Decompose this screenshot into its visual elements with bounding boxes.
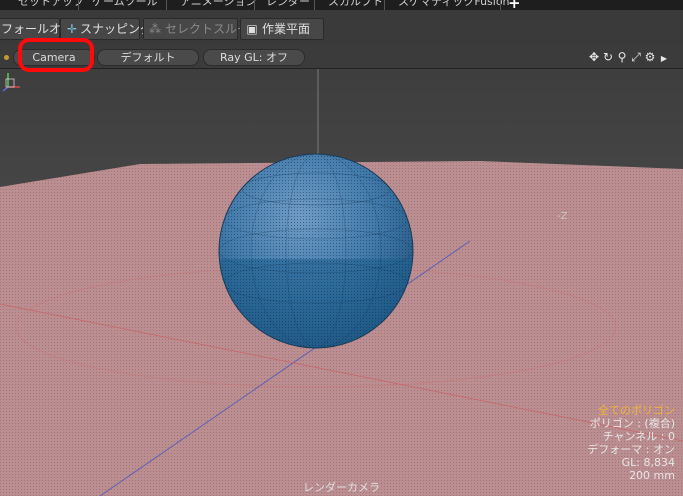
select-through-button[interactable]: ⁂ セレクトスルー — [143, 18, 249, 40]
tab-divider — [254, 0, 255, 10]
channel-info: チャンネル : 0 — [602, 430, 675, 443]
viewport-header: Camera デフォルト Ray GL: オフ ✥ ↻ ⚲ ⤢ ⚙ ▶ — [0, 46, 683, 69]
viewport-indicator-dot — [4, 55, 9, 60]
tab-divider — [166, 0, 167, 10]
maximize-icon[interactable]: ⤢ — [629, 49, 643, 65]
gl-count: GL: 8,834 — [621, 456, 675, 469]
tab-render[interactable]: レンダー — [266, 0, 310, 9]
snapping-button[interactable]: ✛ スナッピング — [60, 18, 152, 40]
work-plane-icon: ▣ — [246, 22, 258, 36]
scene-info-overlay: 全てのポリゴン ポリゴン : (複合) チャンネル : 0 デフォーマ : オン… — [587, 404, 675, 482]
viewport-scene — [0, 69, 683, 496]
viewport-controls: ✥ ↻ ⚲ ⤢ ⚙ ▶ — [587, 49, 671, 65]
work-plane-button[interactable]: ▣ 作業平面 — [240, 18, 324, 40]
polygon-info: ポリゴン : (複合) — [589, 417, 675, 430]
tab-game-tools[interactable]: ゲームツール — [92, 0, 158, 9]
tab-divider — [384, 0, 385, 10]
tab-divider — [78, 0, 79, 10]
all-polygons-label: 全てのポリゴン — [598, 404, 675, 417]
axis-direction-label: -Z — [557, 211, 568, 222]
camera-name-label: レンダーカメラ — [303, 481, 380, 494]
sphere-mesh[interactable] — [218, 153, 414, 349]
tab-schematic-fusion[interactable]: スケマティックFusion — [398, 0, 510, 9]
snapping-label: スナッピング — [80, 22, 153, 36]
snapping-icon: ✛ — [66, 22, 78, 36]
shading-dropdown[interactable]: デフォルト — [97, 49, 199, 66]
tool-toolbar: フォールオフ ✛ スナッピング ⁂ セレクトスルー ▣ 作業平面 — [0, 10, 683, 47]
deformer-info: デフォーマ : オン — [587, 443, 675, 456]
select-through-icon: ⁂ — [149, 22, 161, 36]
axis-gizmo-icon — [2, 73, 20, 92]
select-through-label: セレクトスルー — [165, 22, 250, 36]
tab-divider — [500, 0, 501, 10]
tab-animation[interactable]: アニメーション — [180, 0, 257, 9]
tab-sculpt[interactable]: スカルプト — [328, 0, 383, 9]
add-tab-button[interactable]: + — [508, 0, 521, 10]
dropdown-icon[interactable]: ▶ — [657, 51, 671, 67]
tab-setup[interactable]: セットアップ — [18, 0, 84, 9]
zoom-icon[interactable]: ⚲ — [615, 49, 629, 65]
falloff-button[interactable]: フォールオフ — [0, 18, 73, 40]
raygl-dropdown[interactable]: Ray GL: オフ — [203, 49, 305, 66]
work-plane-label: 作業平面 — [262, 22, 311, 36]
highlight-annotation — [18, 38, 94, 72]
menu-tab-strip: セットアップ ゲームツール アニメーション レンダー スカルプト スケマティック… — [0, 0, 683, 10]
move-icon[interactable]: ✥ — [587, 49, 601, 65]
tab-divider — [314, 0, 315, 10]
rotate-icon[interactable]: ↻ — [601, 49, 615, 65]
3d-viewport[interactable]: -Z 全てのポリゴン ポリゴン : (複合) チャンネル : 0 デフォーマ :… — [0, 69, 683, 496]
gear-icon[interactable]: ⚙ — [643, 49, 657, 65]
